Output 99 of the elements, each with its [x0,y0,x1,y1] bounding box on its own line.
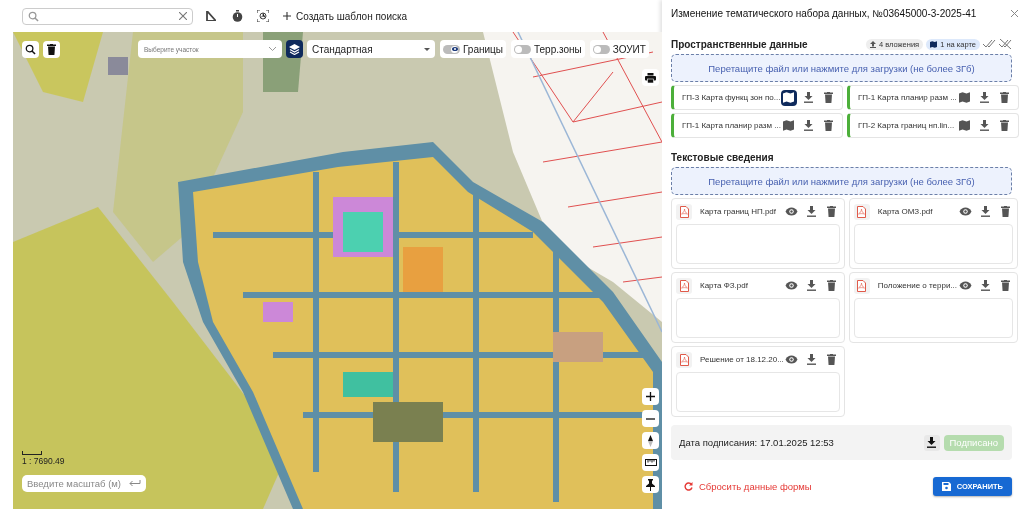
download-icon [804,92,814,103]
reset-form-button[interactable]: Сбросить данные формы [684,481,812,492]
view-icon [785,281,799,290]
toggle-switch[interactable] [514,44,531,54]
zoom-in-button[interactable] [642,388,659,405]
close-icon [1011,9,1018,17]
map-icon [959,92,971,103]
floppy-icon [941,482,951,491]
compass-icon [648,434,653,447]
delete-icon [827,280,837,291]
delete-icon [1000,280,1010,291]
signature-date: Дата подписания: 17.01.2025 12:53 [679,437,834,448]
delete-icon [824,120,834,131]
map-icon [930,40,938,48]
file-name[interactable]: Решение от 18.12.20... [700,355,784,364]
download-icon [807,354,817,365]
refresh-icon [684,482,693,491]
search-icon [25,43,36,55]
file-name[interactable]: ГП-2 Карта границ нп.lin... [857,121,955,130]
file-name[interactable]: ГП-3 Карта функц зон по... [682,93,781,102]
enter-icon [129,480,141,487]
angle-ruler-icon[interactable] [203,11,219,21]
pdf-file-icon [853,203,870,220]
delete-icon [1000,120,1010,131]
scale-input[interactable]: Введите масштаб (м) [22,475,146,492]
pin-button[interactable] [642,476,659,493]
caret-icon [424,47,430,51]
show-on-map-button[interactable] [956,89,973,106]
view-icon [785,355,799,364]
zoom-out-button[interactable] [642,410,659,427]
download-icon [980,280,990,291]
file-name[interactable]: Положение о терри... [877,281,958,290]
show-on-map-button[interactable] [780,89,797,106]
pdf-file-icon [676,203,692,220]
chevron-icon [269,47,276,51]
layers-icon [289,43,300,55]
delete-icon [824,92,834,103]
download-icon [804,120,814,131]
toggle-switch[interactable] [443,44,460,54]
search-field[interactable] [22,7,193,25]
panel-title: Изменение тематического набора данных, №03645000-3-2025-41 [671,7,977,19]
delete-icon [1000,92,1010,103]
delete-icon [827,206,837,217]
upload-icon [870,40,876,48]
download-icon [980,120,990,131]
plus-icon [646,392,655,401]
view-icon [958,207,972,216]
ruler-icon [644,459,657,466]
pdf-file-icon [676,277,692,294]
double-check-icon[interactable] [983,40,996,48]
plus-icon [283,12,291,20]
file-dropzone[interactable]: Перетащите файл или нажмите для загрузки (не более 3Гб) [671,54,1012,82]
view-icon [958,281,972,290]
download-icon [807,206,817,217]
pin-icon [646,478,655,491]
map-icon [959,120,971,131]
delete-icon [47,43,56,55]
download-icon [927,437,937,448]
pdf-file-icon [853,277,870,294]
scale-bar [22,451,42,455]
show-on-map-button[interactable] [780,117,797,134]
search-icon [28,10,39,22]
clear-icon [179,12,187,20]
download-button[interactable] [923,434,940,451]
basemap-select[interactable]: Стандартная [307,40,435,58]
download-icon [980,92,990,103]
map-icon [783,120,795,131]
pdf-file-icon [676,351,692,368]
delete-icon [827,354,837,365]
toggle-switch[interactable] [592,44,610,54]
create-template-button[interactable]: Создать шаблон поиска [281,10,410,22]
show-on-map-button[interactable] [956,117,973,134]
scale-label: 1 : 7690.49 [22,456,65,466]
eye-icon [451,47,458,51]
toggle-label: Терр.зоны [534,43,582,55]
file-dropzone[interactable]: Перетащите файл или нажмите для загрузки (не более 3Гб) [671,167,1012,195]
file-name[interactable]: Карта ОМЗ.pdf [877,207,958,216]
close-button[interactable] [1011,9,1018,17]
compass-button[interactable] [642,432,659,449]
file-name[interactable]: ГП-1 Карта планир разм ... [857,93,957,102]
section-heading: Пространственные данные [671,38,808,50]
crossed-double-check-icon[interactable] [999,39,1012,49]
layers-button[interactable] [286,40,303,58]
file-name[interactable]: Карта границ НП.pdf [700,207,784,216]
scan-target-icon[interactable] [255,10,271,22]
minus-icon [646,417,655,420]
view-icon [785,207,799,216]
ruler-button[interactable] [642,454,659,471]
print-icon [645,72,656,83]
download-icon [980,206,990,217]
file-name[interactable]: Карта ФЗ.pdf [700,281,784,290]
file-name[interactable]: ГП-1 Карта планир разм ... [682,121,781,130]
toggle-label: ЗОУИТ [612,43,646,55]
download-icon [807,280,817,291]
section-heading: Текстовые сведения [671,151,774,163]
print-button[interactable] [642,69,659,86]
map-icon [783,92,795,103]
delete-icon [1000,206,1010,217]
toggle-label: Границы [463,43,503,55]
